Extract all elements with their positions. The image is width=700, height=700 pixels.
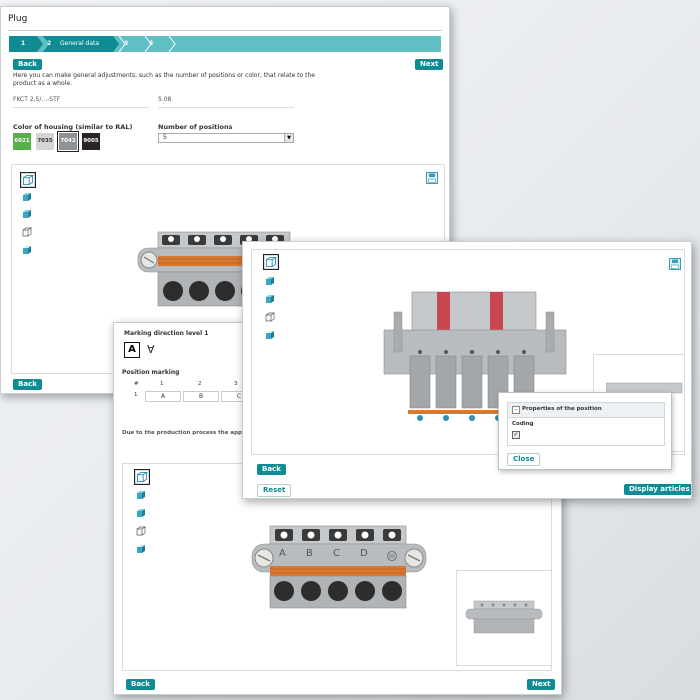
collapse-icon[interactable]: – bbox=[512, 406, 520, 414]
next-button[interactable]: Next bbox=[527, 679, 556, 690]
cube-side-icon[interactable] bbox=[265, 294, 275, 304]
marking-cell-1[interactable]: A bbox=[145, 391, 181, 402]
wireframe-icon[interactable] bbox=[22, 227, 32, 237]
thumbnail-preview[interactable] bbox=[456, 570, 552, 666]
save-icon[interactable] bbox=[669, 258, 681, 270]
bottom-back-button[interactable]: Back bbox=[13, 379, 42, 390]
pitch-value: 5.08 bbox=[158, 96, 172, 103]
properties-title: Properties of the position bbox=[522, 406, 602, 412]
connector-label-c: C bbox=[333, 548, 340, 559]
back-button[interactable]: Back bbox=[13, 59, 42, 70]
step-bar: 1 2 General data 3 4 bbox=[9, 36, 441, 52]
cube-transparent-icon[interactable] bbox=[136, 544, 146, 554]
connector-label-b: B bbox=[306, 548, 313, 559]
color-label: Color of housing (similar to RAL) bbox=[13, 123, 133, 131]
step-2[interactable]: 2 bbox=[47, 40, 51, 47]
close-button[interactable]: Close bbox=[507, 453, 541, 466]
marked-connector-drawing bbox=[251, 525, 427, 609]
step-3[interactable]: 3 bbox=[124, 40, 128, 47]
step-2-label[interactable]: General data bbox=[60, 40, 99, 47]
table-row-index: 1 bbox=[134, 392, 138, 398]
table-header-2: 2 bbox=[198, 381, 202, 387]
color-swatch-7035[interactable]: 7035 bbox=[36, 133, 54, 150]
table-header-1: 1 bbox=[160, 381, 164, 387]
chevron-down-icon[interactable]: ▼ bbox=[284, 134, 293, 142]
connector-label-a: A bbox=[279, 548, 286, 559]
positions-label: Number of positions bbox=[158, 123, 233, 131]
production-note: Due to the production process the appe bbox=[122, 430, 246, 436]
properties-body: Coding ✓ bbox=[507, 417, 665, 446]
position-marking-label: Position marking bbox=[122, 369, 180, 376]
cube-transparent-icon[interactable] bbox=[22, 245, 32, 255]
intro-line-2: product as a whole. bbox=[13, 80, 72, 87]
positions-select[interactable]: 5 ▼ bbox=[158, 133, 294, 143]
color-swatch-7042[interactable]: 7042 bbox=[57, 131, 79, 152]
back-button[interactable]: Back bbox=[257, 464, 286, 475]
back-button[interactable]: Back bbox=[126, 679, 155, 690]
reset-button[interactable]: Reset bbox=[257, 484, 292, 497]
intro-line-1: Here you can make general adjustments, s… bbox=[13, 72, 315, 79]
wireframe-icon[interactable] bbox=[265, 312, 275, 322]
thumbnail-connector bbox=[465, 600, 543, 634]
color-swatch-6021[interactable]: 6021 bbox=[13, 133, 31, 150]
properties-popup: – Properties of the position Coding ✓ Cl… bbox=[498, 392, 672, 470]
product-name: FKCT 2,5/...-STF bbox=[13, 96, 61, 103]
marking-upright-option[interactable]: A bbox=[124, 342, 140, 358]
cube-side-icon[interactable] bbox=[22, 209, 32, 219]
cube-side-icon[interactable] bbox=[136, 508, 146, 518]
cube-front-icon[interactable] bbox=[22, 192, 32, 202]
table-header-3: 3 bbox=[234, 381, 238, 387]
coding-checkbox[interactable]: ✓ bbox=[512, 431, 520, 439]
next-button[interactable]: Next bbox=[415, 59, 444, 70]
wireframe-icon[interactable] bbox=[136, 526, 146, 536]
marking-rotated-option[interactable]: ∀ bbox=[147, 343, 155, 356]
connector-label-d: D bbox=[360, 548, 368, 559]
table-header-index: # bbox=[134, 381, 139, 387]
step-1[interactable]: 1 bbox=[21, 40, 25, 47]
positions-select-value: 5 bbox=[163, 134, 167, 141]
display-articles-button[interactable]: Display articles bbox=[624, 484, 691, 495]
cube-transparent-icon[interactable] bbox=[265, 330, 275, 340]
step-4[interactable]: 4 bbox=[149, 40, 153, 47]
window-title: Plug bbox=[8, 14, 28, 24]
properties-header[interactable]: – Properties of the position bbox=[507, 402, 665, 418]
marking-direction-label: Marking direction level 1 bbox=[124, 330, 209, 337]
coding-label: Coding bbox=[512, 421, 534, 427]
select-icon[interactable] bbox=[134, 469, 150, 485]
select-icon[interactable] bbox=[20, 172, 36, 188]
save-icon[interactable] bbox=[426, 172, 438, 184]
marking-cell-2[interactable]: B bbox=[183, 391, 219, 402]
cube-front-icon[interactable] bbox=[265, 276, 275, 286]
cube-front-icon[interactable] bbox=[136, 490, 146, 500]
select-icon[interactable] bbox=[263, 254, 279, 270]
color-swatch-9005[interactable]: 9005 bbox=[82, 133, 100, 150]
coding-window: Back Reset Display articles – Properties… bbox=[242, 241, 692, 499]
